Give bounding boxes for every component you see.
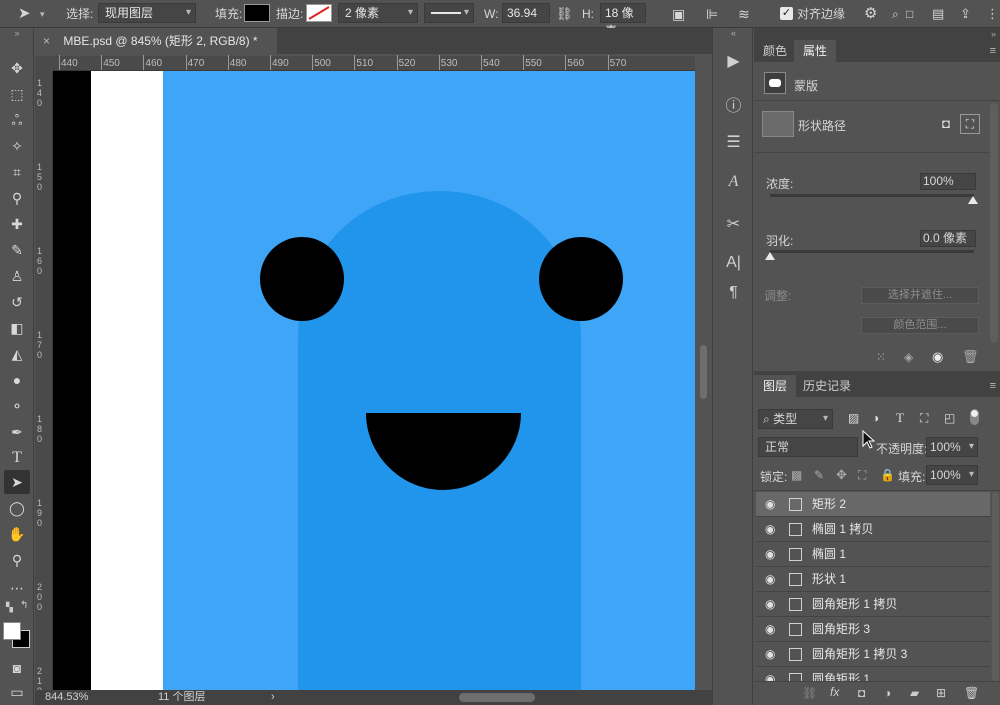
layer-row[interactable]: ◉ 圆角矩形 3 [756, 617, 990, 642]
mouse-cursor-icon [862, 430, 876, 449]
layer-count: 11 个图层 [158, 691, 206, 703]
layer-row[interactable]: ◉ 形状 1 [756, 567, 990, 592]
horizontal-scroll-thumb[interactable] [459, 693, 535, 702]
folder-icon[interactable]: ▰ [910, 686, 919, 700]
shape-layer-icon [789, 498, 802, 511]
layer-name: 圆角矩形 1 拷贝 3 [812, 647, 908, 661]
shape-layer-icon [789, 673, 802, 681]
status-bar: 844.53% 11 个图层 › [35, 690, 712, 705]
eye-icon[interactable]: ◉ [765, 492, 775, 517]
shape-layer-icon [789, 523, 802, 536]
layer-name: 圆角矩形 1 拷贝 [812, 597, 898, 611]
shape-layer-icon [789, 648, 802, 661]
layer-name: 形状 1 [812, 572, 847, 586]
layer-name: 圆角矩形 3 [812, 622, 871, 636]
shape-layer-icon [789, 623, 802, 636]
layer-row[interactable]: ◉ 圆角矩形 1 拷贝 [756, 592, 990, 617]
layer-name: 矩形 2 [812, 497, 847, 511]
shape-layer-icon [789, 598, 802, 611]
zoom-level[interactable]: 844.53% [45, 690, 88, 705]
status-arrow-icon[interactable]: › [271, 690, 275, 705]
shape-layer-icon [789, 548, 802, 561]
eye-icon[interactable]: ◉ [765, 667, 775, 681]
layer-name: 椭圆 1 [812, 547, 847, 561]
shape-layer-icon [789, 573, 802, 586]
fx-icon[interactable]: fx [830, 685, 839, 699]
add-mask-icon[interactable]: ◘ [858, 686, 865, 700]
trash-icon[interactable]: 🗑 [964, 686, 979, 700]
eye-icon[interactable]: ◉ [765, 517, 775, 542]
new-layer-icon[interactable]: ⊞ [936, 686, 946, 700]
layers-footer: ⛓ fx ◘ ◑ ▰ ⊞ 🗑 [754, 681, 1000, 705]
eye-icon[interactable]: ◉ [765, 567, 775, 592]
link-layers-icon[interactable]: ⛓ [802, 686, 817, 700]
layer-row[interactable]: ◉ 椭圆 1 [756, 542, 990, 567]
layer-row[interactable]: ◉ 椭圆 1 拷贝 [756, 517, 990, 542]
layer-list: ◉ 矩形 2 ◉ 椭圆 1 拷贝 ◉ 椭圆 1 ◉ 形状 1 ◉ 圆角矩形 1 拷贝 ◉ 圆角矩形 3… [0, 0, 1000, 681]
layer-row[interactable]: ◉ 矩形 2 [756, 492, 990, 517]
screen-mode-icon[interactable]: ▭ [4, 680, 30, 704]
layer-row[interactable]: ◉ 圆角矩形 1 拷贝 3 [756, 642, 990, 667]
layer-name: 圆角矩形 1 [812, 672, 871, 681]
eye-icon[interactable]: ◉ [765, 542, 775, 567]
layer-row[interactable]: ◉ 圆角矩形 1 [756, 667, 990, 681]
eye-icon[interactable]: ◉ [765, 617, 775, 642]
layer-name: 椭圆 1 拷贝 [812, 522, 874, 536]
eye-icon[interactable]: ◉ [765, 642, 775, 667]
eye-icon[interactable]: ◉ [765, 592, 775, 617]
adjustment-layer-icon[interactable]: ◑ [884, 686, 891, 700]
